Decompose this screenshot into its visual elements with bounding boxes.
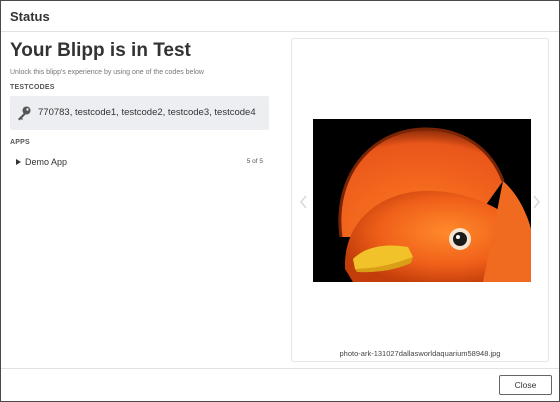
app-count: 5 of 5 bbox=[246, 158, 263, 165]
caret-right-icon[interactable] bbox=[16, 159, 21, 165]
dialog-title: Status bbox=[10, 9, 50, 24]
app-name: Demo App bbox=[25, 157, 68, 167]
preview-photo bbox=[313, 119, 531, 282]
image-caption: photo-ark-131027dallasworldaquarium58948… bbox=[339, 349, 501, 358]
testcodes-box: 770783, testcode1, testcode2, testcode3,… bbox=[10, 96, 269, 130]
close-button[interactable]: Close bbox=[499, 375, 552, 395]
page-subtitle: Unlock this blipp's experience by using … bbox=[10, 69, 204, 76]
footer-divider bbox=[1, 368, 559, 369]
app-list-item[interactable]: Demo App 5 of 5 bbox=[10, 155, 269, 169]
status-dialog: Status Your Blipp is in Test Unlock this… bbox=[0, 0, 560, 402]
image-preview: photo-ark-131027dallasworldaquarium58948… bbox=[291, 38, 549, 362]
testcodes-value: 770783, testcode1, testcode2, testcode3,… bbox=[38, 107, 256, 118]
chevron-left-icon[interactable] bbox=[299, 195, 309, 209]
dialog-header: Status bbox=[1, 1, 559, 32]
testcodes-label: TESTCODES bbox=[10, 84, 55, 91]
bird-illustration bbox=[313, 119, 531, 282]
key-icon bbox=[18, 106, 31, 121]
chevron-right-icon[interactable] bbox=[531, 195, 541, 209]
page-title: Your Blipp is in Test bbox=[10, 40, 191, 61]
apps-label: APPS bbox=[10, 139, 30, 146]
